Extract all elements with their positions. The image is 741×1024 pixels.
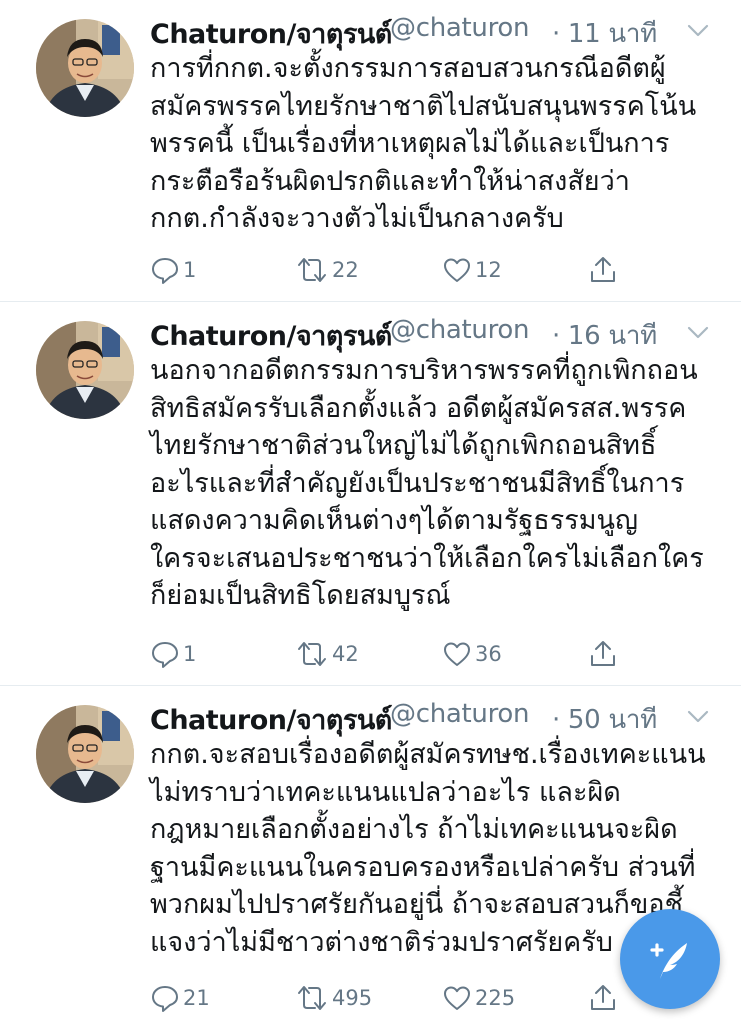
retweet-icon: [298, 258, 326, 282]
retweet-count: 22: [332, 258, 359, 282]
chevron-down-icon[interactable]: [686, 707, 710, 727]
retweet-icon: [298, 986, 326, 1010]
chevron-down-icon[interactable]: [686, 21, 710, 41]
avatar-image: [36, 19, 134, 117]
like-button[interactable]: 12: [442, 253, 502, 287]
tweet[interactable]: Chaturon/จาตุรนต์ @chaturon · 16 นาที นอ…: [0, 302, 741, 686]
retweet-button[interactable]: 495: [295, 981, 372, 1015]
reply-button[interactable]: 1: [150, 637, 196, 671]
avatar[interactable]: [36, 321, 134, 419]
chevron-down-icon[interactable]: [686, 323, 710, 343]
tweet-header: Chaturon/จาตุรนต์ @chaturon · 50 นาที: [150, 695, 741, 736]
share-button[interactable]: [588, 637, 618, 671]
retweet-count: 495: [332, 986, 373, 1010]
like-count: 12: [475, 258, 502, 282]
reply-button[interactable]: 21: [150, 981, 210, 1015]
share-icon: [591, 641, 615, 666]
tweet-text: นอกจากอดีตกรรมการบริหารพรรคที่ถูกเพิกถอน…: [150, 355, 704, 611]
timeline: Chaturon/จาตุรนต์ @chaturon · 11 นาที กา…: [0, 0, 741, 1024]
reply-icon: [152, 642, 178, 668]
like-button[interactable]: 225: [442, 981, 515, 1015]
tweet-header: Chaturon/จาตุรนต์ @chaturon · 16 นาที: [150, 311, 741, 352]
tweet-actions: 1 22 12: [150, 253, 620, 287]
retweet-button[interactable]: 22: [295, 253, 359, 287]
author-name[interactable]: Chaturon/จาตุรนต์: [150, 698, 392, 741]
like-count: 225: [475, 986, 516, 1010]
retweet-button[interactable]: 42: [295, 637, 359, 671]
reply-button[interactable]: 1: [150, 253, 196, 287]
avatar-image: [36, 321, 134, 419]
reply-icon: [152, 986, 178, 1012]
author-handle[interactable]: @chaturon: [390, 13, 529, 43]
avatar[interactable]: [36, 19, 134, 117]
tweet-actions: 1 42 36: [150, 637, 620, 671]
reply-count: 21: [183, 986, 210, 1010]
reply-count: 1: [183, 258, 197, 282]
tweet-text: การที่กกต.จะตั้งกรรมการสอบสวนกรณีอดีตผู้…: [150, 53, 697, 234]
heart-icon: [444, 642, 470, 666]
reply-count: 1: [183, 642, 197, 666]
author-handle[interactable]: @chaturon: [390, 699, 529, 729]
share-icon: [591, 257, 615, 282]
heart-icon: [444, 258, 470, 282]
author-name[interactable]: Chaturon/จาตุรนต์: [150, 314, 392, 357]
tweet-header: Chaturon/จาตุรนต์ @chaturon · 11 นาที: [150, 9, 741, 50]
compose-tweet-button[interactable]: [620, 909, 720, 1009]
compose-tweet-icon: [650, 943, 687, 979]
retweet-icon: [298, 642, 326, 666]
like-button[interactable]: 36: [442, 637, 502, 671]
reply-icon: [152, 258, 178, 284]
tweet-time[interactable]: · 16 นาที: [552, 315, 657, 356]
share-button[interactable]: [588, 981, 618, 1015]
heart-icon: [444, 986, 470, 1010]
share-button[interactable]: [588, 253, 618, 287]
author-name[interactable]: Chaturon/จาตุรนต์: [150, 12, 392, 55]
avatar[interactable]: [36, 705, 134, 803]
author-handle[interactable]: @chaturon: [390, 315, 529, 345]
retweet-count: 42: [332, 642, 359, 666]
like-count: 36: [475, 642, 502, 666]
share-icon: [591, 985, 615, 1010]
tweet-time[interactable]: · 50 นาที: [552, 699, 657, 740]
tweet[interactable]: Chaturon/จาตุรนต์ @chaturon · 11 นาที กา…: [0, 0, 741, 302]
tweet-time[interactable]: · 11 นาที: [552, 13, 657, 54]
tweet-actions: 21 495 225: [150, 981, 620, 1015]
avatar-image: [36, 705, 134, 803]
